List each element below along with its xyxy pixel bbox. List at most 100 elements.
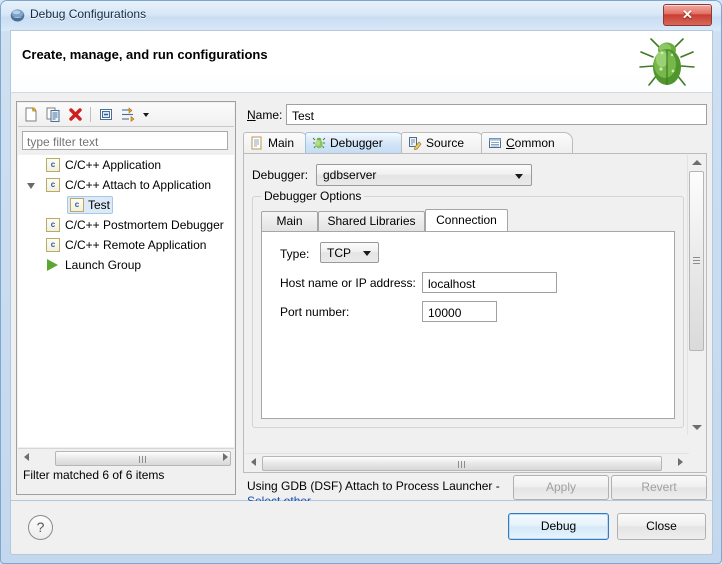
connection-pane: Type: TCP Host name or IP address: Port … <box>261 231 675 419</box>
scrollbar-track[interactable] <box>262 455 672 471</box>
c-config-icon: c <box>46 158 60 172</box>
connection-type-select[interactable]: TCP <box>320 242 379 263</box>
filter-icon[interactable] <box>120 106 137 123</box>
content-vertical-scrollbar[interactable] <box>687 155 705 435</box>
tree-item-label: C/C++ Application <box>65 158 162 172</box>
debugger-tab-panel: Debugger: gdbserver Debugger Options Mai… <box>243 153 707 473</box>
tab-main[interactable]: Main <box>243 132 309 153</box>
tab-label: Common <box>506 136 555 150</box>
configuration-editor: Name: Main <box>243 101 707 508</box>
type-label: Type: <box>280 247 310 261</box>
window-title: Debug Configurations <box>30 7 147 21</box>
chevron-down-icon[interactable] <box>140 106 152 123</box>
scroll-right-icon[interactable] <box>678 458 683 466</box>
delete-configuration-icon[interactable] <box>67 106 84 123</box>
scroll-left-icon[interactable] <box>251 458 256 466</box>
scrollbar-grip-icon <box>458 461 466 468</box>
debugger-label: Debugger: <box>252 168 309 182</box>
scroll-up-icon[interactable] <box>692 160 702 165</box>
tree-item-label: Test <box>88 198 111 212</box>
tab-source[interactable]: Source <box>401 132 485 153</box>
tab-label: Source <box>426 136 465 150</box>
tree-item-label: C/C++ Postmortem Debugger <box>65 218 224 232</box>
filter-status-text: Filter matched 6 of 6 items <box>23 468 165 482</box>
inner-tab-connection[interactable]: Connection <box>425 209 508 231</box>
apply-button[interactable]: Apply <box>513 475 609 500</box>
close-window-button[interactable]: ✕ <box>663 4 712 26</box>
scroll-down-icon[interactable] <box>692 425 702 430</box>
content-horizontal-scrollbar[interactable] <box>245 453 689 471</box>
scrollbar-grip-icon <box>693 257 700 265</box>
group-title: Debugger Options <box>261 189 365 203</box>
toolbar-separator <box>90 107 91 122</box>
title-bar: Debug Configurations ✕ <box>1 1 721 31</box>
common-grid-icon <box>489 138 501 148</box>
close-icon: ✕ <box>682 7 693 22</box>
duplicate-configuration-icon[interactable] <box>45 106 62 123</box>
scrollbar-thumb[interactable] <box>262 456 662 471</box>
new-configuration-icon[interactable] <box>23 106 40 123</box>
launch-group-icon <box>47 259 58 271</box>
tree-item-label: C/C++ Remote Application <box>65 238 207 252</box>
bug-icon <box>312 137 326 149</box>
tree-item-c-remote-application[interactable]: c C/C++ Remote Application <box>18 235 234 255</box>
port-input[interactable] <box>422 301 497 322</box>
tab-debugger[interactable]: Debugger <box>305 132 405 154</box>
tree-item-label: Launch Group <box>65 258 142 272</box>
dialog-footer: ? Debug Close <box>10 501 713 555</box>
source-icon <box>409 137 422 150</box>
revert-button[interactable]: Revert <box>611 475 707 500</box>
port-label: Port number: <box>280 305 350 319</box>
tree-item-c-application[interactable]: c C/C++ Application <box>18 155 234 175</box>
scroll-left-icon[interactable] <box>24 453 29 461</box>
host-label: Host name or IP address: <box>280 276 416 290</box>
close-button[interactable]: Close <box>617 513 706 540</box>
tree-item-test[interactable]: c Test <box>18 195 234 215</box>
help-icon[interactable]: ? <box>28 515 53 540</box>
page-title: Create, manage, and run configurations <box>22 47 268 62</box>
tab-common[interactable]: Common <box>481 132 573 153</box>
tree-item-label: C/C++ Attach to Application <box>65 178 212 192</box>
tree-item-c-attach-to-application[interactable]: c C/C++ Attach to Application <box>18 175 234 195</box>
dialog-body: c C/C++ Application c C/C++ Attach to Ap… <box>10 92 713 508</box>
tab-label: Main <box>268 136 295 150</box>
filter-input[interactable] <box>22 131 228 150</box>
tab-strip: Main Debugger Source Common <box>243 132 707 154</box>
configurations-panel: c C/C++ Application c C/C++ Attach to Ap… <box>16 101 236 495</box>
scrollbar-thumb[interactable] <box>55 451 231 466</box>
scrollbar-grip-icon <box>139 456 147 463</box>
document-icon <box>251 136 262 150</box>
debugger-select-value: gdbserver <box>323 168 377 182</box>
connection-type-value: TCP <box>327 246 351 260</box>
c-config-icon: c <box>46 178 60 192</box>
debugger-select[interactable]: gdbserver <box>316 164 532 186</box>
debug-button[interactable]: Debug <box>508 513 609 540</box>
c-config-icon: c <box>46 218 60 232</box>
name-label: Name: <box>247 108 283 122</box>
inner-tab-shared-libraries[interactable]: Shared Libraries <box>318 211 425 231</box>
debugger-options-tabs: Main Shared Libraries Connection <box>261 209 675 231</box>
tree-horizontal-scrollbar[interactable] <box>18 448 234 466</box>
tree-item-launch-group[interactable]: Launch Group <box>18 255 234 275</box>
configurations-toolbar <box>18 103 234 127</box>
scrollbar-track[interactable] <box>35 450 231 466</box>
scrollbar-thumb[interactable] <box>689 171 704 351</box>
host-input[interactable] <box>422 272 557 293</box>
debug-configurations-dialog: Debug Configurations ✕ Create, manage, a… <box>0 0 722 564</box>
launcher-status-text: Using GDB (DSF) Attach to Process Launch… <box>247 479 500 493</box>
c-config-icon: c <box>70 198 84 212</box>
tree-item-c-postmortem-debugger[interactable]: c C/C++ Postmortem Debugger <box>18 215 234 235</box>
configurations-tree[interactable]: c C/C++ Application c C/C++ Attach to Ap… <box>18 155 234 447</box>
tab-label: Debugger <box>330 136 383 150</box>
expand-arrow-icon[interactable] <box>27 183 35 189</box>
green-bug-icon <box>639 38 695 86</box>
header-banner: Create, manage, and run configurations <box>10 30 713 92</box>
scroll-right-icon[interactable] <box>223 453 228 461</box>
collapse-all-icon[interactable] <box>98 106 115 123</box>
chevron-down-icon <box>515 174 523 179</box>
eclipse-sphere-icon <box>10 9 25 22</box>
inner-tab-main[interactable]: Main <box>261 211 318 231</box>
name-row: Name: <box>243 104 707 126</box>
name-input[interactable] <box>286 104 707 125</box>
debugger-options-group: Debugger Options Main Shared Libraries C… <box>252 189 684 428</box>
